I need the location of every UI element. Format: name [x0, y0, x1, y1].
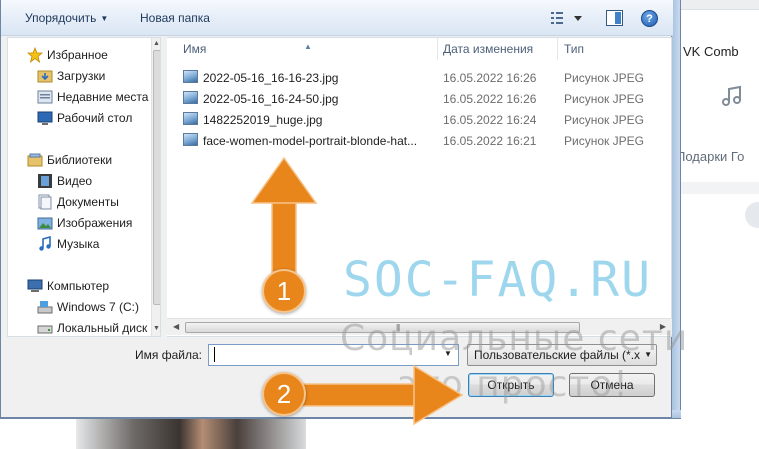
- scroll-down-icon[interactable]: ▼: [153, 325, 160, 332]
- new-folder-button[interactable]: Новая папка: [140, 11, 210, 25]
- nav-label: Локальный диск: [57, 321, 148, 335]
- file-name: face-women-model-portrait-blonde-hat...: [203, 134, 418, 148]
- video-library-icon: [38, 174, 52, 188]
- vk-combo-link[interactable]: VK Comb: [683, 44, 739, 59]
- recent-places-icon: [37, 90, 53, 104]
- organize-button[interactable]: Упорядочить ▼: [25, 11, 108, 25]
- vk-left-strip: [0, 418, 76, 449]
- column-date-label: Дата изменения: [443, 42, 534, 56]
- watermark-slogan-line1: Социальные сети: [340, 318, 689, 359]
- file-type: Рисунок JPEG: [564, 92, 644, 106]
- drive-c-icon: [37, 301, 53, 314]
- filename-label: Имя файла:: [135, 348, 202, 362]
- nav-scrollbar-thumb[interactable]: [153, 50, 160, 305]
- file-date: 16.05.2022 16:24: [443, 113, 537, 127]
- file-date: 16.05.2022 16:21: [443, 134, 537, 148]
- chevron-down-icon: ▼: [100, 14, 109, 24]
- nav-label: Избранное: [47, 48, 108, 62]
- step-badge-2: 2: [262, 372, 306, 416]
- sort-ascending-icon: ▲: [304, 42, 312, 51]
- music-note-icon[interactable]: [720, 84, 744, 108]
- computer-icon: [27, 279, 43, 292]
- downloads-folder-icon: [37, 70, 53, 83]
- nav-label: Рабочий стол: [57, 111, 133, 125]
- nav-item-documents[interactable]: Документы: [8, 192, 148, 212]
- vk-pill-button[interactable]: [745, 202, 759, 228]
- file-type: Рисунок JPEG: [564, 134, 644, 148]
- file-name: 2022-05-16_16-24-50.jpg: [203, 92, 339, 106]
- nav-label: Видео: [57, 174, 93, 188]
- nav-label: Изображения: [57, 216, 133, 230]
- portrait-photo-thumbnail: [76, 418, 306, 449]
- jpeg-file-icon: [183, 133, 198, 146]
- scroll-left-icon[interactable]: ◀: [173, 322, 179, 331]
- nav-item-favorites[interactable]: Избранное: [8, 45, 148, 65]
- column-header-name[interactable]: Имя ▲: [167, 38, 437, 60]
- nav-item-libraries[interactable]: Библиотеки: [8, 150, 148, 170]
- desktop-icon: [37, 111, 53, 125]
- dialog-toolbar: Упорядочить ▼ Новая папка ?: [1, 0, 673, 36]
- file-name: 2022-05-16_16-16-23.jpg: [203, 71, 339, 85]
- libraries-icon: [27, 153, 43, 167]
- column-header-date[interactable]: Дата изменения: [438, 38, 557, 60]
- nav-label: Документы: [57, 195, 119, 209]
- file-row[interactable]: face-women-model-portrait-blonde-hat... …: [183, 131, 663, 151]
- text-caret: [214, 347, 215, 362]
- nav-label: Недавние места: [57, 90, 149, 104]
- file-type: Рисунок JPEG: [564, 113, 644, 127]
- scroll-up-icon[interactable]: ▲: [153, 40, 160, 47]
- file-date: 16.05.2022 16:26: [443, 71, 537, 85]
- jpeg-file-icon: [183, 70, 198, 83]
- pictures-library-icon: [37, 217, 53, 230]
- nav-item-recent-places[interactable]: Недавние места: [8, 87, 148, 107]
- nav-item-computer[interactable]: Компьютер: [8, 276, 148, 296]
- preview-pane-icon[interactable]: [606, 10, 623, 26]
- file-row[interactable]: 2022-05-16_16-24-50.jpg 16.05.2022 16:26…: [183, 89, 663, 109]
- file-date: 16.05.2022 16:26: [443, 92, 537, 106]
- nav-scrollbar[interactable]: ▲ ▼: [151, 38, 160, 336]
- nav-item-desktop[interactable]: Рабочий стол: [8, 108, 148, 128]
- navigation-pane: Избранное Загрузки Недавние места Рабочи…: [7, 37, 161, 337]
- watermark-site: SOC-FAQ.RU: [343, 252, 652, 308]
- nav-item-music[interactable]: Музыка: [8, 234, 148, 254]
- star-icon: [27, 47, 43, 63]
- vk-gifts-tab[interactable]: Подарки Го: [676, 149, 744, 164]
- nav-item-drive-c[interactable]: Windows 7 (C:): [8, 297, 148, 317]
- file-row[interactable]: 1482252019_huge.jpg 16.05.2022 16:24 Рис…: [183, 110, 663, 130]
- column-header-type[interactable]: Тип: [558, 38, 668, 60]
- music-library-icon: [39, 236, 51, 251]
- nav-label: Музыка: [57, 237, 100, 251]
- nav-item-video[interactable]: Видео: [8, 171, 148, 191]
- column-name-label: Имя: [183, 42, 207, 56]
- watermark-slogan-line2: это просто!: [398, 364, 629, 405]
- column-type-label: Тип: [564, 42, 585, 56]
- file-type: Рисунок JPEG: [564, 71, 644, 85]
- nav-label: Библиотеки: [47, 153, 113, 167]
- jpeg-file-icon: [183, 112, 198, 125]
- help-icon[interactable]: ?: [641, 10, 658, 27]
- file-name: 1482252019_huge.jpg: [203, 113, 323, 127]
- nav-label: Загрузки: [57, 69, 106, 83]
- nav-item-downloads[interactable]: Загрузки: [8, 66, 148, 86]
- view-options-icon[interactable]: [549, 10, 589, 26]
- nav-label: Windows 7 (C:): [57, 300, 140, 314]
- nav-item-local-disk[interactable]: Локальный диск: [8, 318, 148, 336]
- documents-library-icon: [38, 194, 52, 210]
- organize-label: Упорядочить: [25, 11, 97, 25]
- jpeg-file-icon: [183, 91, 198, 104]
- file-row[interactable]: 2022-05-16_16-16-23.jpg 16.05.2022 16:26…: [183, 68, 663, 88]
- local-disk-icon: [37, 325, 53, 334]
- nav-label: Компьютер: [47, 279, 110, 293]
- step-badge-1: 1: [262, 269, 306, 313]
- nav-item-pictures[interactable]: Изображения: [8, 213, 148, 233]
